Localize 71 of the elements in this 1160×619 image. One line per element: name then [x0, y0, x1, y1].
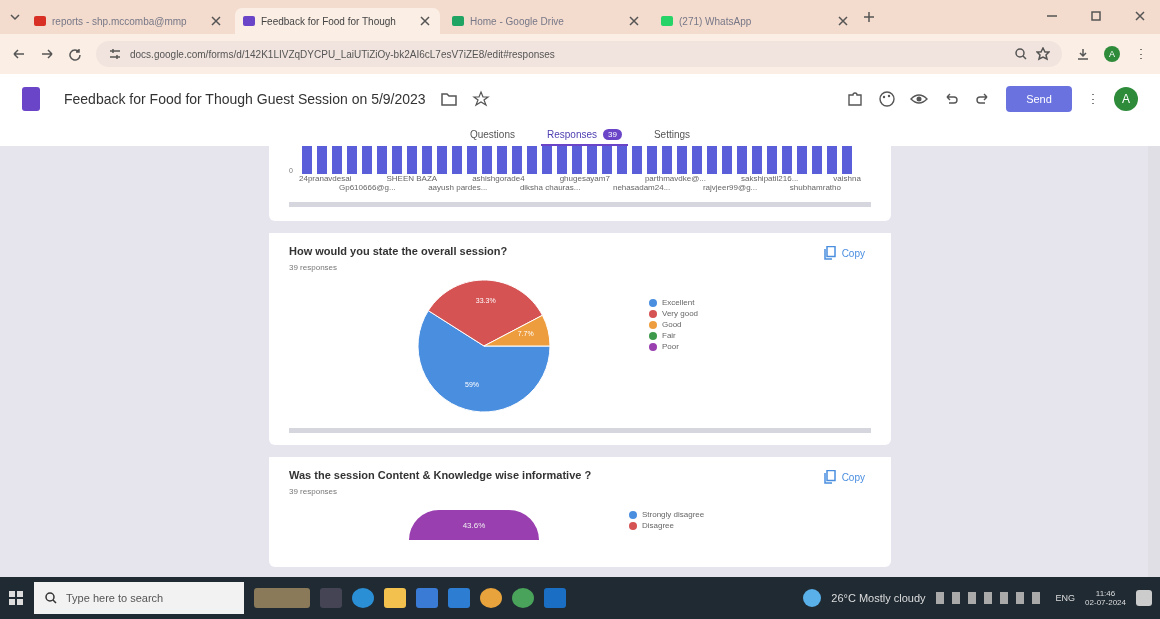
form-title: Feedback for Food for Though Guest Session on 5/9/2023 — [64, 91, 426, 107]
browser-tab[interactable]: reports - shp.mccomba@mmp — [26, 8, 231, 34]
copy-button[interactable]: Copy — [817, 245, 871, 261]
legend-label: Good — [662, 320, 682, 329]
account-avatar[interactable]: A — [1114, 87, 1138, 111]
legend-label: Excellent — [662, 298, 695, 307]
axis-label: ashishgorade4 — [472, 174, 525, 183]
axis-label: vaishna — [833, 174, 861, 183]
forms-logo-icon — [22, 87, 40, 111]
browser-tab[interactable]: Home - Google Drive — [444, 8, 649, 34]
tab-favicon-icon — [661, 16, 673, 26]
legend-label: Very good — [662, 309, 699, 318]
legend-label: Strongly disagree — [642, 510, 705, 519]
new-tab-icon[interactable] — [862, 10, 876, 24]
close-icon[interactable] — [836, 14, 850, 28]
axis-label: Gp610666@g... — [339, 183, 396, 192]
close-icon[interactable] — [209, 14, 223, 28]
forward-icon[interactable] — [40, 47, 54, 61]
axis-label: shubhamratho — [789, 183, 841, 192]
copy-icon — [823, 470, 836, 484]
response-count: 39 responses — [289, 263, 339, 272]
legend-label: Disagree — [642, 521, 674, 530]
question-title: Was the session Content & Knowledge wise informative ? — [289, 469, 592, 481]
puzzle-icon[interactable] — [846, 90, 864, 108]
axis-label: nehasadam24... — [612, 183, 671, 192]
weather-text[interactable]: 26°C Mostly cloudy — [831, 592, 926, 604]
language-indicator[interactable]: ENG — [1055, 593, 1076, 603]
axis-label: sakshipatil216... — [740, 174, 799, 183]
axis-label: rajvjeer99@g... — [702, 183, 758, 192]
question-title: How would you state the overall session? — [289, 245, 508, 257]
tab-favicon-icon — [452, 16, 464, 26]
site-settings-icon[interactable] — [108, 47, 122, 61]
legend-label: Poor — [662, 342, 679, 351]
profile-avatar[interactable]: A — [1104, 46, 1120, 62]
legend-label: Fair — [662, 331, 676, 340]
copy-button[interactable]: Copy — [817, 469, 871, 485]
close-icon[interactable] — [627, 14, 641, 28]
axis-label: ghugesayam7 — [559, 174, 610, 183]
restore-icon[interactable] — [1089, 8, 1103, 23]
axis-label: aayush pardes... — [428, 183, 488, 192]
tab-favicon-icon — [34, 16, 46, 26]
axis-label: parthmavdke@... — [644, 174, 706, 183]
back-icon[interactable] — [12, 47, 26, 61]
browser-tab[interactable]: (271) WhatsApp — [653, 8, 858, 34]
search-icon — [44, 591, 58, 605]
bookmark-star-icon[interactable] — [1036, 47, 1050, 61]
star-icon[interactable] — [471, 90, 490, 108]
browser-tab[interactable]: Feedback for Food for Though — [235, 8, 440, 34]
reload-icon[interactable] — [68, 47, 82, 61]
axis-label: diksha chauras... — [519, 183, 581, 192]
tab-favicon-icon — [243, 16, 255, 26]
clock-date[interactable]: 02-07-2024 — [1085, 598, 1126, 607]
close-icon[interactable] — [418, 14, 432, 28]
zoom-icon[interactable] — [1014, 47, 1028, 61]
response-count: 39 responses — [289, 487, 339, 496]
pie-chart-slice: 43.6% — [409, 510, 539, 540]
palette-icon[interactable] — [878, 90, 896, 108]
download-icon[interactable] — [1076, 47, 1090, 61]
address-bar[interactable]: docs.google.com/forms/d/142K1LIVZqDYCPU_LaiUTiZiOy-bk2AI6cL7esV7iZE8/edit#responses — [96, 41, 1062, 67]
windows-start-icon[interactable] — [8, 590, 24, 606]
response-count-badge: 39 — [603, 128, 622, 140]
close-icon[interactable] — [1133, 8, 1147, 23]
form-tab[interactable]: Questions — [463, 124, 521, 146]
form-tab[interactable]: Settings — [647, 124, 697, 146]
axis-label: SHEEN BAZA — [386, 174, 438, 183]
axis-label: 24pranavdesai — [299, 174, 352, 183]
copy-icon — [823, 246, 836, 260]
scrollbar[interactable] — [1148, 146, 1160, 577]
send-button[interactable]: Send — [1006, 86, 1072, 112]
clock-time[interactable]: 11:46 — [1095, 589, 1116, 598]
taskbar-search-field[interactable]: Type here to search — [34, 582, 244, 614]
